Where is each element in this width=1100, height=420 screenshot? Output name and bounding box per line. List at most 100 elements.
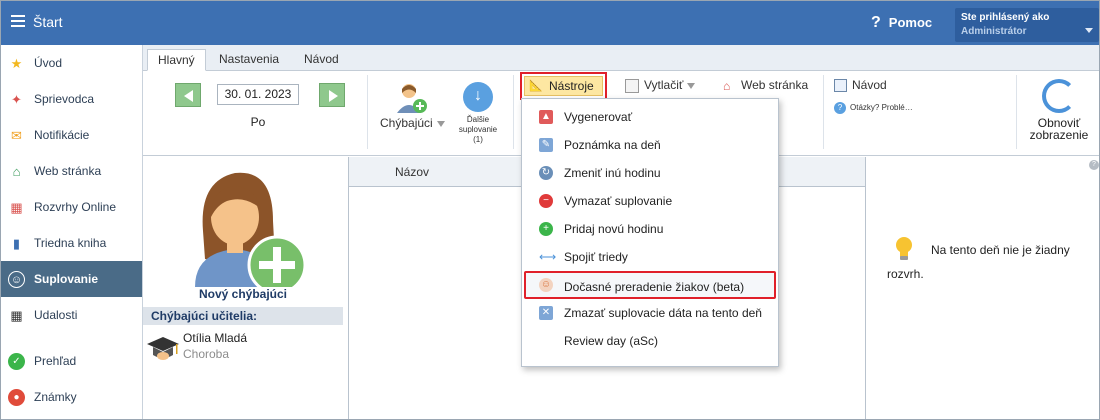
menu-item-add-lesson[interactable]: + Pridaj novú hodinu (522, 215, 778, 243)
sidebar-item-sprievodca[interactable]: ✦ Sprievodca (1, 81, 142, 117)
sidebar-item-uvod[interactable]: ★ Úvod (1, 45, 142, 81)
sidebar-item-label: Suplovanie (34, 272, 99, 286)
user-icon: ☺ (8, 271, 25, 288)
refresh-label-line2: zobrazenie (1029, 128, 1089, 142)
add-absent-person-icon[interactable] (395, 81, 429, 115)
sidebar-item-label: Známky (34, 390, 77, 404)
menu-item-change-lesson[interactable]: ↻ Zmeniť inú hodinu (522, 159, 778, 187)
sidebar-item-label: Sprievodca (34, 92, 95, 106)
tools-dropdown-menu: ▲ Vygenerovať ✎ Poznámka na deň ↻ Zmeniť in… (521, 98, 779, 367)
manual-button[interactable]: Návod (834, 78, 887, 93)
user-name: Administrátor (961, 26, 1027, 37)
teacher-name: Otília Mladá (183, 331, 248, 345)
graduation-cap-icon (147, 337, 179, 360)
menu-item-label: Vymazať suplovanie (564, 194, 673, 208)
user-label: Ste prihlásený ako (961, 12, 1050, 23)
sidebar-item-triedna-kniha[interactable]: ▮ Triedna kniha (1, 225, 142, 261)
teacher-status: Choroba (183, 347, 230, 361)
ribbon-divider (823, 75, 824, 149)
menu-item-clear-day-data[interactable]: ✕ Zmazať suplovacie dáta na tento deň (522, 299, 778, 327)
next-day-button[interactable] (319, 83, 345, 107)
prev-day-button[interactable] (175, 83, 201, 107)
new-absent-avatar-icon[interactable] (183, 161, 309, 287)
app-window: Štart ? Pomoc Ste prihlásený ako Administ… (0, 0, 1100, 420)
tab-navod[interactable]: Návod (294, 49, 349, 71)
refresh-icon[interactable] (1042, 79, 1076, 113)
star-icon: ★ (10, 56, 23, 71)
tab-hlavny[interactable]: Hlavný (147, 49, 206, 71)
grade-icon: ● (8, 389, 25, 406)
sidebar-item-label: Web stránka (34, 164, 102, 178)
menu-item-label: Vygenerovať (564, 110, 633, 124)
sidebar-item-label: Rozvrhy Online (34, 200, 117, 214)
sidebar-item-znamky[interactable]: ● Známky (1, 379, 142, 415)
no-timetable-message-line1: Na tento deň nie je žiadny (931, 243, 1070, 257)
merge-arrows-icon: ⟷ (539, 250, 557, 264)
absent-dropdown[interactable]: Chýbajúci (380, 116, 445, 130)
hamburger-menu-icon[interactable] (11, 15, 25, 27)
absent-panel: Nový chýbajúci Chýbajúci učitelia: Otíli… (143, 157, 348, 419)
no-timetable-message-line2: rozvrh. (887, 267, 924, 281)
clear-data-icon: ✕ (539, 306, 553, 320)
help-button[interactable]: ? Pomoc (871, 14, 932, 32)
next-substitution-label[interactable]: Ďalšie suplovanie (1) (449, 115, 507, 145)
book-icon: ▮ (12, 236, 21, 251)
menu-item-label: Zmeniť inú hodinu (564, 166, 661, 180)
user-dropdown[interactable]: Ste prihlásený ako Administrátor (955, 8, 1099, 42)
arrow-down-icon[interactable]: ↓ (463, 82, 493, 112)
new-absent-label[interactable]: Nový chýbajúci (143, 287, 343, 301)
house-icon: ⌂ (12, 164, 21, 179)
date-field[interactable]: 30. 01. 2023 (217, 84, 299, 105)
chevron-down-icon (436, 120, 445, 127)
minus-circle-icon: − (539, 194, 553, 208)
help-label: Pomoc (888, 15, 933, 30)
sidebar: ★ Úvod ✦ Sprievodca ✉ Notifikácie ⌂ Web strá… (1, 45, 143, 419)
tools-label: Nástroje (549, 79, 594, 93)
next-substitution-count: (1) (473, 135, 483, 144)
sidebar-item-rozvrhy-online[interactable]: ▦ Rozvrhy Online (1, 189, 142, 225)
web-page-button[interactable]: ⌂ Web stránka (723, 78, 808, 93)
reassign-students-icon: ☺ (539, 278, 553, 292)
envelope-icon: ✉ (11, 128, 22, 143)
print-icon (625, 78, 639, 93)
help-question-icon[interactable]: ? (1089, 160, 1099, 170)
absent-label: Chýbajúci (380, 116, 433, 130)
refresh-label[interactable]: Obnoviť zobrazenie (1023, 117, 1095, 141)
questions-link[interactable]: ? Otázky? Problé… (834, 102, 913, 114)
generate-icon: ▲ (539, 110, 553, 124)
tab-nastavenia[interactable]: Nastavenia (209, 49, 289, 71)
sidebar-item-label: Notifikácie (34, 128, 90, 142)
sidebar-item-web-stranka[interactable]: ⌂ Web stránka (1, 153, 142, 189)
menu-item-day-note[interactable]: ✎ Poznámka na deň (522, 131, 778, 159)
timetable-info-panel: ? Na tento deň nie je žiadny rozvrh. (867, 157, 1099, 419)
ribbon-divider (367, 75, 368, 149)
question-icon: ? (871, 14, 881, 31)
web-page-label: Web stránka (741, 78, 809, 92)
check-icon: ✓ (8, 353, 25, 370)
sidebar-item-notifikacie[interactable]: ✉ Notifikácie (1, 117, 142, 153)
sidebar-item-prehlad[interactable]: ✓ Prehľad (1, 343, 142, 379)
menu-item-merge-classes[interactable]: ⟷ Spojiť triedy (522, 243, 778, 271)
column-header-name[interactable]: Názov (395, 165, 429, 179)
print-button[interactable]: Vytlačiť (625, 78, 696, 93)
menu-item-delete-substitution[interactable]: − Vymazať suplovanie (522, 187, 778, 215)
app-title: Štart (33, 14, 63, 30)
day-label: Po (250, 115, 266, 129)
menu-item-temporary-reassign[interactable]: ☺ Dočasné preradenie žiakov (beta) (524, 271, 776, 299)
sidebar-item-suplovanie[interactable]: ☺ Suplovanie (1, 261, 142, 297)
menu-item-generate[interactable]: ▲ Vygenerovať (522, 103, 778, 131)
menu-item-label: Review day (aSc) (564, 334, 659, 348)
sidebar-item-label: Úvod (34, 56, 63, 70)
ribbon-divider (513, 75, 514, 149)
chevron-down-icon (1085, 28, 1093, 33)
sidebar-item-label: Triedna kniha (34, 236, 107, 250)
absent-teacher-row[interactable]: Otília Mladá Choroba (147, 329, 347, 363)
note-icon: ✎ (539, 138, 553, 152)
menu-item-label: Poznámka na deň (564, 138, 661, 152)
next-substitution-line2: suplovanie (458, 125, 498, 134)
sidebar-item-udalosti[interactable]: ▦ Udalosti (1, 297, 142, 333)
plus-circle-icon: + (539, 222, 553, 236)
grid-icon: ▦ (10, 200, 23, 215)
tools-button[interactable]: 📐 Nástroje (524, 76, 603, 108)
menu-item-review-day[interactable]: Review day (aSc) (522, 327, 778, 355)
